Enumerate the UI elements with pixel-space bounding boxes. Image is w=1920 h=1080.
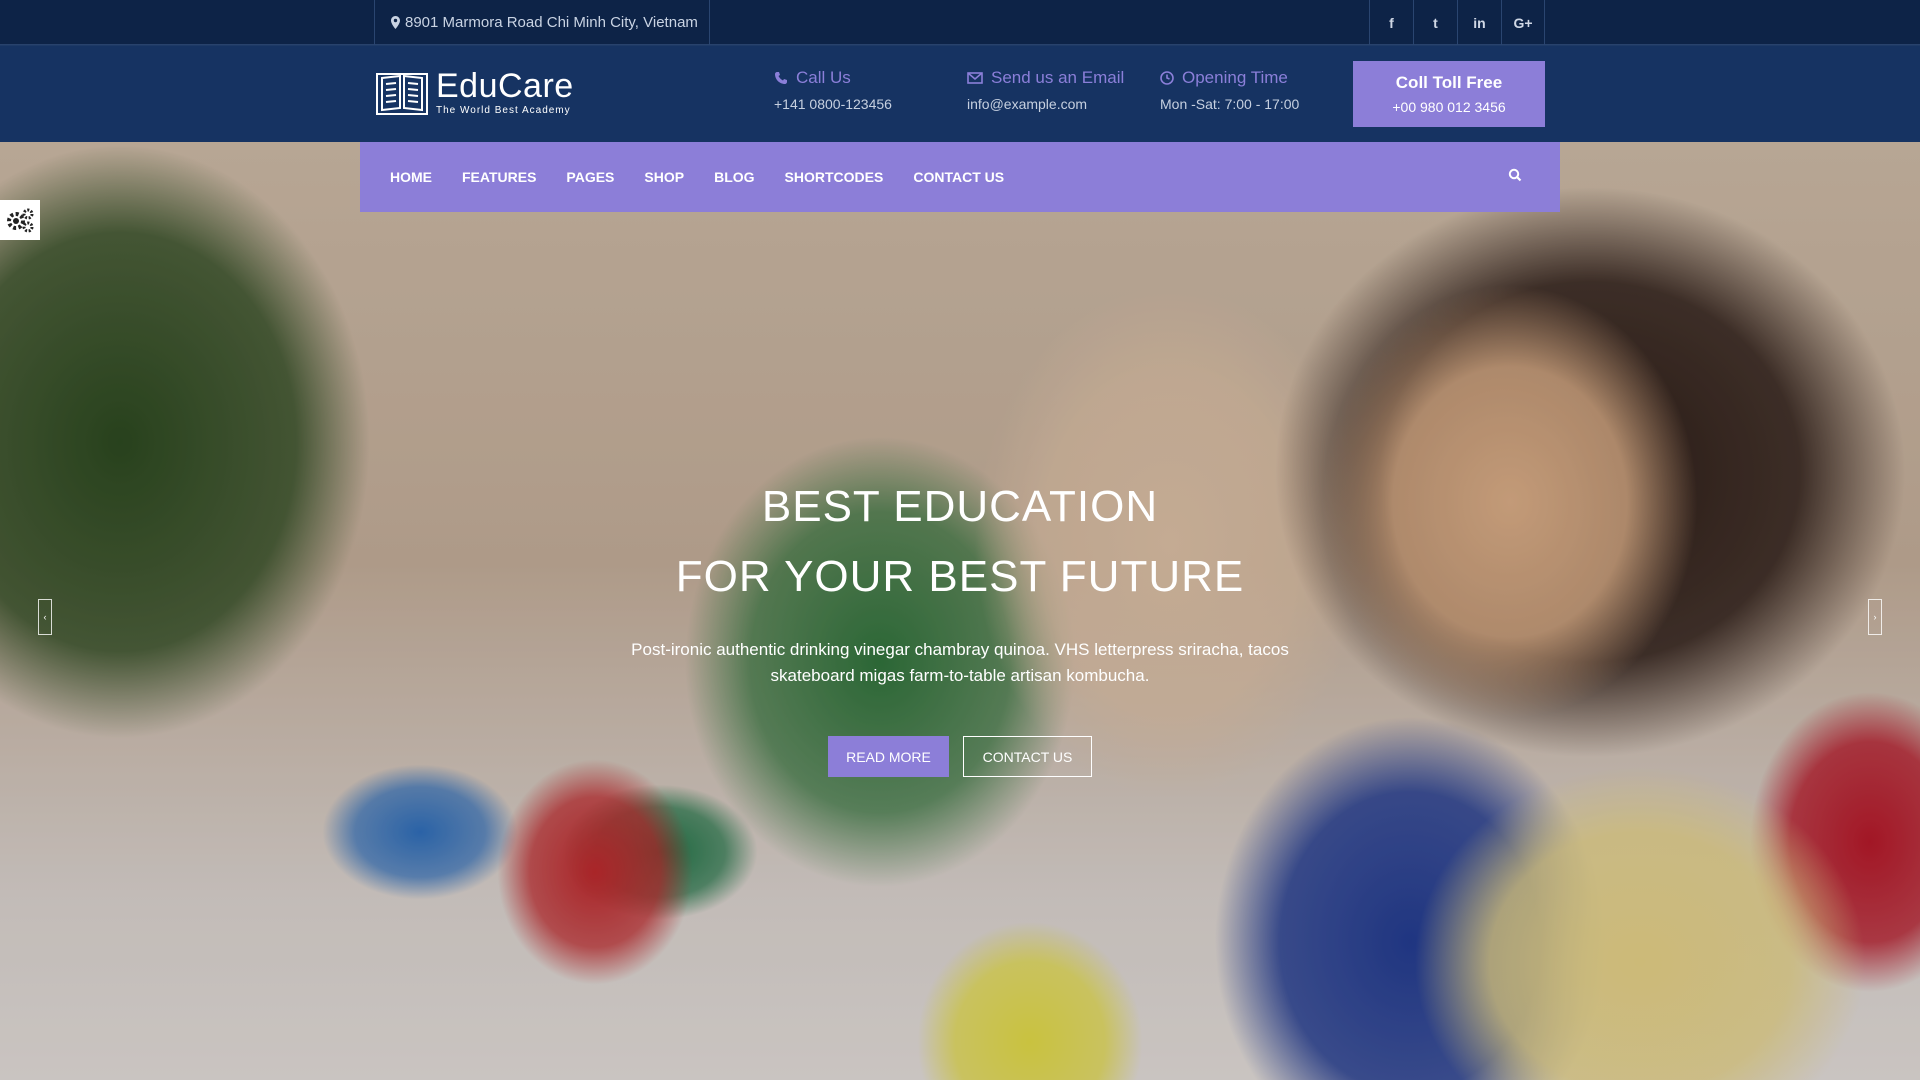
address: 8901 Marmora Road Chi Minh City, Vietnam xyxy=(374,0,710,45)
opening-time-value: Mon -Sat: 7:00 - 17:00 xyxy=(1160,96,1300,112)
google-plus-icon[interactable]: G+ xyxy=(1501,0,1545,45)
social-links: f t in G+ xyxy=(1369,0,1545,45)
nav-item-features[interactable]: FEATURES xyxy=(462,169,536,185)
chevron-left-icon: ‹ xyxy=(43,612,47,622)
hero-description: Post-ironic authentic drinking vinegar c… xyxy=(0,637,1920,689)
slider-next-arrow[interactable]: › xyxy=(1868,599,1882,635)
hero-description-line-2: skateboard migas farm-to-table artisan k… xyxy=(770,666,1150,685)
read-more-button[interactable]: READ MORE xyxy=(828,736,949,777)
site-header: EduCare The World Best Academy Call Us +… xyxy=(0,46,1920,142)
search-icon[interactable] xyxy=(1508,168,1522,187)
toll-free-number: +00 980 012 3456 xyxy=(1392,99,1506,115)
clock-icon xyxy=(1160,71,1174,85)
envelope-icon xyxy=(967,72,983,84)
top-bar: 8901 Marmora Road Chi Minh City, Vietnam… xyxy=(0,0,1920,45)
logo-name: EduCare xyxy=(436,66,574,105)
nav-item-shop[interactable]: SHOP xyxy=(644,169,684,185)
email-block: Send us an Email info@example.com xyxy=(967,68,1124,112)
logo-tagline: The World Best Academy xyxy=(436,104,571,116)
opening-time-block: Opening Time Mon -Sat: 7:00 - 17:00 xyxy=(1160,68,1299,112)
settings-gear-icon[interactable] xyxy=(0,200,40,240)
hero-title-line-2: FOR YOUR BEST FUTURE xyxy=(675,552,1245,601)
opening-time-title: Opening Time xyxy=(1182,68,1288,87)
facebook-icon[interactable]: f xyxy=(1369,0,1413,45)
twitter-icon[interactable]: t xyxy=(1413,0,1457,45)
email-value[interactable]: info@example.com xyxy=(967,96,1124,112)
map-marker-icon xyxy=(391,16,400,29)
book-logo-icon xyxy=(376,73,428,115)
nav-item-home[interactable]: HOME xyxy=(390,169,432,185)
nav-item-pages[interactable]: PAGES xyxy=(566,169,614,185)
logo[interactable]: EduCare The World Best Academy xyxy=(374,64,574,120)
nav-item-contact-us[interactable]: CONTACT US xyxy=(913,169,1004,185)
slider-prev-arrow[interactable]: ‹ xyxy=(38,599,52,635)
phone-icon xyxy=(775,72,787,84)
toll-free-title: Coll Toll Free xyxy=(1395,73,1503,92)
main-navigation: HOME FEATURES PAGES SHOP BLOG SHORTCODES… xyxy=(360,142,1560,212)
nav-item-blog[interactable]: BLOG xyxy=(714,169,754,185)
hero-title-line-1: BEST EDUCATION xyxy=(761,482,1159,531)
call-us-block: Call Us +141 0800-123456 xyxy=(774,68,892,112)
nav-item-shortcodes[interactable]: SHORTCODES xyxy=(785,169,884,185)
linkedin-icon[interactable]: in xyxy=(1457,0,1501,45)
hero-description-line-1: Post-ironic authentic drinking vinegar c… xyxy=(631,640,1289,659)
toll-free-button[interactable]: Coll Toll Free +00 980 012 3456 xyxy=(1353,61,1545,127)
call-us-value: +141 0800-123456 xyxy=(774,96,892,112)
address-text: 8901 Marmora Road Chi Minh City, Vietnam xyxy=(405,14,698,31)
hero-slider: HOME FEATURES PAGES SHOP BLOG SHORTCODES… xyxy=(0,142,1920,1080)
hero-background-image xyxy=(0,142,1920,1080)
chevron-right-icon: › xyxy=(1873,612,1877,622)
call-us-title: Call Us xyxy=(796,68,851,87)
contact-us-button[interactable]: CONTACT US xyxy=(963,736,1092,777)
email-title: Send us an Email xyxy=(991,68,1125,87)
